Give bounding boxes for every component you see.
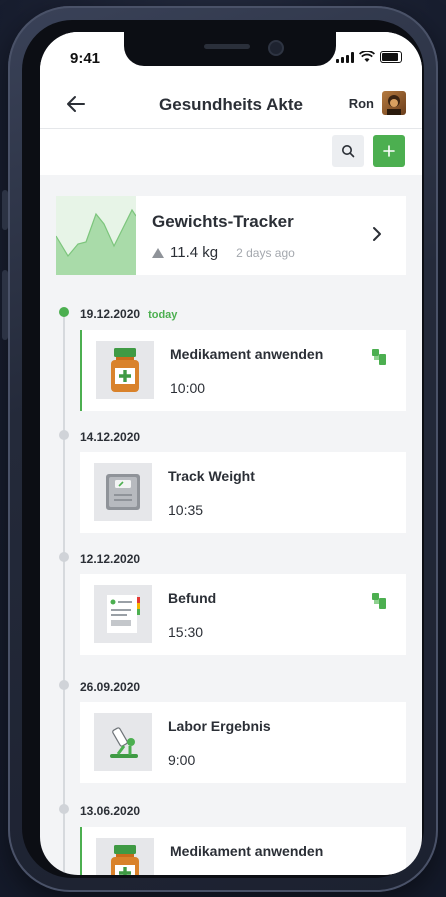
timeline-dot [59, 430, 69, 440]
weight-tracker-card[interactable]: Gewichts-Tracker 11.4 kg 2 days ago [56, 196, 406, 275]
app-header: Gesundheits Akte Ron [40, 80, 422, 129]
phone-side-button [2, 270, 8, 340]
timeline-entry-card[interactable]: Medikament anwenden 10:00 [80, 330, 406, 411]
search-icon [342, 145, 355, 158]
entry-title: Track Weight [168, 468, 255, 484]
tracker-title: Gewichts-Tracker [152, 212, 294, 231]
app-screen: 9:41 Gesundheits Akte Ron Gewichts-Track… [40, 32, 422, 875]
tracker-value-row: 11.4 kg 2 days ago [152, 244, 295, 261]
timeline-date: 26.09.2020 [80, 680, 141, 694]
chevron-right-icon [373, 227, 381, 241]
toolbar [40, 129, 422, 175]
timeline-entry-card[interactable]: Labor Ergebnis 9:00 [80, 702, 406, 783]
entry-title: Befund [168, 590, 217, 606]
user-name: Ron [348, 95, 374, 111]
trend-up-icon [152, 247, 164, 258]
timeline-date: 19.12.2020 today [80, 307, 178, 321]
add-button[interactable] [373, 135, 405, 167]
timeline-line [63, 314, 65, 875]
green-badge-icon [372, 349, 386, 365]
entry-time: 9:00 [168, 752, 196, 768]
entry-time: 15:30 [168, 624, 204, 640]
entry-title: Medikament anwenden [170, 843, 324, 859]
plus-icon [383, 145, 395, 157]
microscope-icon [94, 713, 152, 771]
timeline-date: 12.12.2020 [80, 552, 141, 566]
today-label: today [148, 309, 178, 321]
battery-icon [380, 51, 402, 63]
status-icons [336, 51, 402, 63]
entry-time: 10:35 [168, 502, 204, 518]
timeline-date: 14.12.2020 [80, 430, 141, 444]
signal-icon [336, 51, 354, 63]
timeline-dot [59, 307, 69, 317]
weight-sparkline [56, 196, 136, 275]
avatar [382, 91, 406, 115]
medicine-bottle-icon [96, 838, 154, 875]
entry-title: Labor Ergebnis [168, 718, 271, 734]
notch [124, 32, 336, 66]
tracker-weight: 11.4 kg [170, 244, 219, 261]
timeline-dot [59, 552, 69, 562]
scale-icon [94, 463, 152, 521]
search-button[interactable] [332, 135, 364, 167]
timeline-entry-card[interactable]: Medikament anwenden [80, 827, 406, 875]
timeline-date: 13.06.2020 [80, 804, 141, 818]
timeline-entry-card[interactable]: Befund 15:30 [80, 574, 406, 655]
green-badge-icon [372, 593, 386, 609]
entry-title: Medikament anwenden [170, 346, 324, 362]
medicine-bottle-icon [96, 341, 154, 399]
timeline-dot [59, 680, 69, 690]
document-icon [94, 585, 152, 643]
timeline-dot [59, 804, 69, 814]
entry-time: 10:00 [170, 380, 206, 396]
timeline-entry-card[interactable]: Track Weight 10:35 [80, 452, 406, 533]
tracker-timestamp: 2 days ago [236, 245, 295, 260]
user-menu[interactable]: Ron [349, 91, 406, 115]
wifi-icon [359, 51, 375, 62]
phone-side-button [2, 190, 8, 230]
status-time: 9:41 [70, 50, 101, 67]
